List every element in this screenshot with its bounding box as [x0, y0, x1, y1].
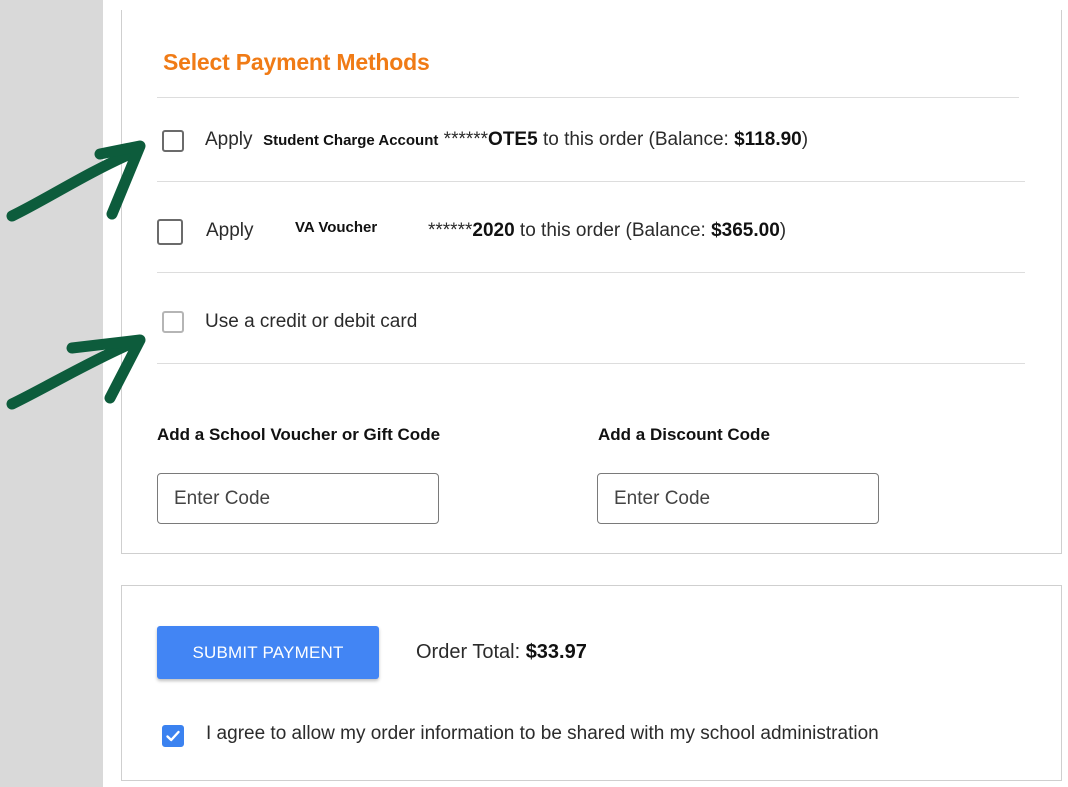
masked-prefix: ******: [428, 220, 473, 241]
arrow-icon: [6, 334, 146, 410]
closing-paren: ): [779, 220, 787, 241]
submit-payment-button[interactable]: SUBMIT PAYMENT: [157, 626, 379, 679]
student-charge-account-row: Apply Student Charge Account ******OTE5 …: [205, 129, 808, 151]
arrow-icon: [6, 140, 146, 222]
divider: [157, 97, 1019, 98]
discount-code-input[interactable]: [597, 473, 879, 524]
divider: [157, 272, 1025, 273]
balance-value: $118.90: [734, 129, 802, 150]
order-total-label: Order Total:: [416, 641, 526, 663]
credit-card-checkbox[interactable]: [162, 311, 184, 333]
discount-code-label: Add a Discount Code: [598, 425, 770, 444]
apply-label: Apply: [205, 129, 253, 150]
checkmark-icon: [166, 730, 180, 742]
va-voucher-row: Apply: [206, 220, 254, 242]
voucher-code-label: Add a School Voucher or Gift Code: [157, 425, 441, 444]
student-charge-account-checkbox[interactable]: [162, 130, 184, 152]
middle-text: to this order (Balance:: [537, 129, 735, 150]
middle-text: to this order (Balance:: [514, 220, 712, 241]
agree-checkbox[interactable]: [162, 725, 184, 747]
va-voucher-details: ******2020 to this order (Balance: $365.…: [428, 220, 786, 242]
agree-label: I agree to allow my order information to…: [206, 723, 879, 744]
divider: [157, 363, 1025, 364]
masked-suffix: OTE5: [488, 129, 538, 150]
order-total: Order Total: $33.97: [416, 641, 587, 664]
masked-suffix: 2020: [472, 220, 515, 241]
credit-card-label: Use a credit or debit card: [205, 311, 418, 332]
va-voucher-checkbox[interactable]: [157, 219, 183, 245]
account-name: VA Voucher: [295, 219, 378, 236]
masked-prefix: ******: [443, 129, 489, 150]
voucher-code-input[interactable]: [157, 473, 439, 524]
apply-label: Apply: [206, 220, 254, 241]
section-title: Select Payment Methods: [163, 49, 430, 75]
balance-value: $365.00: [711, 220, 780, 241]
divider: [157, 181, 1025, 182]
order-total-value: $33.97: [525, 641, 587, 663]
account-name: Student Charge Account: [263, 132, 439, 149]
closing-paren: ): [801, 129, 809, 150]
checkout-panel: [121, 585, 1062, 781]
